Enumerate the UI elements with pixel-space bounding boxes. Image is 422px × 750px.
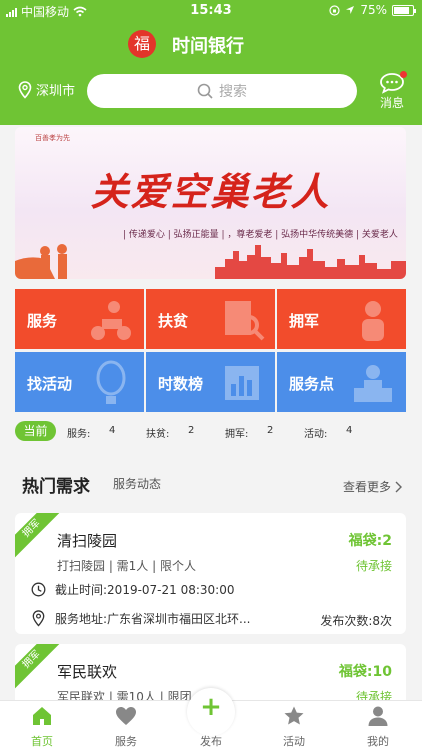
current-stats: 当前 服务: 4 扶贫: 2 拥军: 2 活动: 4: [15, 420, 410, 442]
stat-value: 2: [267, 425, 274, 436]
chat-bubble-icon: [379, 71, 407, 94]
hot-demands-header: 热门需求 服务动态 查看更多: [0, 462, 422, 502]
card-status: 待承接: [355, 559, 392, 573]
stat-label: 活动:: [304, 429, 328, 440]
card-reward: 福袋:2: [348, 533, 392, 549]
stat-poverty: 扶贫: 2: [146, 425, 194, 440]
category-label: 扶贫: [158, 312, 189, 330]
category-label: 服务: [27, 312, 58, 330]
category-ribbon: 拥军: [15, 644, 63, 691]
card-address: 服务地址:广东省深圳市福田区北环...: [31, 610, 251, 627]
app-logo: 福: [128, 30, 156, 58]
page-title: 时间银行: [172, 36, 244, 57]
app-header: 中国移动 15:43 75% 福 时间银行 深圳市 搜索 消息: [0, 0, 422, 125]
address-text: 服务地址:广东省深圳市福田区北环...: [55, 612, 251, 626]
balloon-icon: [96, 360, 126, 404]
tab-label: 我的: [367, 735, 389, 748]
location-pin-icon: [18, 80, 32, 99]
stat-label: 服务:: [67, 429, 91, 440]
tab-service-updates[interactable]: 服务动态: [113, 475, 161, 492]
category-poverty-relief[interactable]: 扶贫: [146, 289, 275, 349]
current-badge: 当前: [15, 421, 56, 441]
category-hours-ranking[interactable]: 时数榜: [146, 352, 275, 412]
stat-military: 拥军: 2: [225, 425, 273, 440]
tab-profile[interactable]: 我的: [348, 705, 408, 749]
publish-count: 发布次数:8次: [320, 614, 392, 628]
city-label: 深圳市: [36, 84, 76, 99]
stat-value: 4: [346, 425, 353, 436]
search-input[interactable]: 搜索: [87, 74, 357, 108]
tab-label: 首页: [31, 735, 53, 748]
category-label: 服务点: [289, 375, 335, 393]
card-title: 清扫陵园: [57, 532, 118, 550]
category-label: 找活动: [27, 375, 73, 393]
category-ribbon: 拥军: [15, 513, 63, 560]
title-row: 福 时间银行: [0, 28, 422, 60]
service-desk-icon: [354, 365, 392, 402]
status-bar: 中国移动 15:43 75%: [0, 0, 422, 22]
deadline-text: 截止时间:2019-07-21 08:30:00: [55, 583, 235, 597]
category-service-point[interactable]: 服务点: [277, 352, 406, 412]
location-arrow-icon: [346, 6, 355, 14]
banner-top-text: 百善孝为先: [35, 134, 70, 142]
scooter-icon: [91, 301, 131, 340]
tab-service[interactable]: 服务: [96, 705, 156, 749]
chart-icon: [225, 366, 259, 400]
skyline-illustration: [15, 244, 406, 279]
promo-banner[interactable]: 百善孝为先 关爱空巢老人 | 传递爱心 | 弘扬正能量 | ，尊老爱老 | 弘扬…: [15, 127, 406, 279]
stat-label: 拥军:: [225, 429, 249, 440]
category-grid: 服务 扶贫 拥军 找活动 时数榜 服务点: [15, 289, 406, 412]
see-more-label: 查看更多: [342, 480, 391, 494]
plus-icon: +: [200, 692, 222, 722]
stat-service: 服务: 4: [67, 425, 115, 440]
stat-activity: 活动: 4: [304, 425, 352, 440]
orientation-lock-icon: [329, 4, 340, 16]
clock-icon: [31, 582, 46, 597]
card-title: 军民联欢: [57, 663, 118, 681]
search-icon: [197, 83, 213, 99]
location-pin-icon: [32, 610, 45, 627]
demand-card[interactable]: 拥军 清扫陵园 福袋:2 打扫陵园 | 需1人 | 限个人 待承接 截止时间:2…: [15, 513, 406, 634]
card-deadline: 截止时间:2019-07-21 08:30:00: [31, 581, 235, 598]
unread-badge: [400, 71, 407, 78]
message-label: 消息: [379, 96, 404, 110]
tab-activity[interactable]: 活动: [264, 705, 324, 749]
card-reward: 福袋:10: [338, 664, 392, 680]
category-label: 时数榜: [158, 375, 204, 393]
banner-title: 关爱空巢老人: [90, 169, 331, 214]
category-find-activity[interactable]: 找活动: [15, 352, 144, 412]
message-button[interactable]: 消息: [372, 71, 412, 111]
chevron-right-icon: [395, 481, 402, 492]
tab-hot-demands[interactable]: 热门需求: [22, 472, 90, 497]
category-service[interactable]: 服务: [15, 289, 144, 349]
document-search-icon: [225, 301, 265, 341]
star-icon: [284, 706, 304, 725]
publish-label: 发布: [200, 735, 222, 748]
see-more-link[interactable]: 查看更多: [343, 478, 402, 495]
city-selector[interactable]: 深圳市: [18, 80, 75, 99]
battery-percent: 75%: [360, 3, 387, 17]
home-icon: [33, 707, 51, 725]
category-military-support[interactable]: 拥军: [277, 289, 406, 349]
battery-icon: [392, 4, 416, 16]
person-icon: [368, 706, 388, 726]
category-label: 拥军: [289, 312, 320, 330]
soldier-icon: [362, 301, 384, 341]
card-description: 打扫陵园 | 需1人 | 限个人: [57, 559, 196, 573]
tab-label: 服务: [115, 735, 137, 748]
publish-button[interactable]: +: [187, 688, 235, 736]
tab-home[interactable]: 首页: [12, 705, 72, 749]
tab-label: 活动: [283, 735, 305, 748]
search-placeholder: 搜索: [219, 84, 247, 100]
heart-icon: [116, 707, 136, 725]
stat-label: 扶贫:: [146, 429, 170, 440]
stat-value: 2: [188, 425, 195, 436]
stat-value: 4: [109, 425, 116, 436]
